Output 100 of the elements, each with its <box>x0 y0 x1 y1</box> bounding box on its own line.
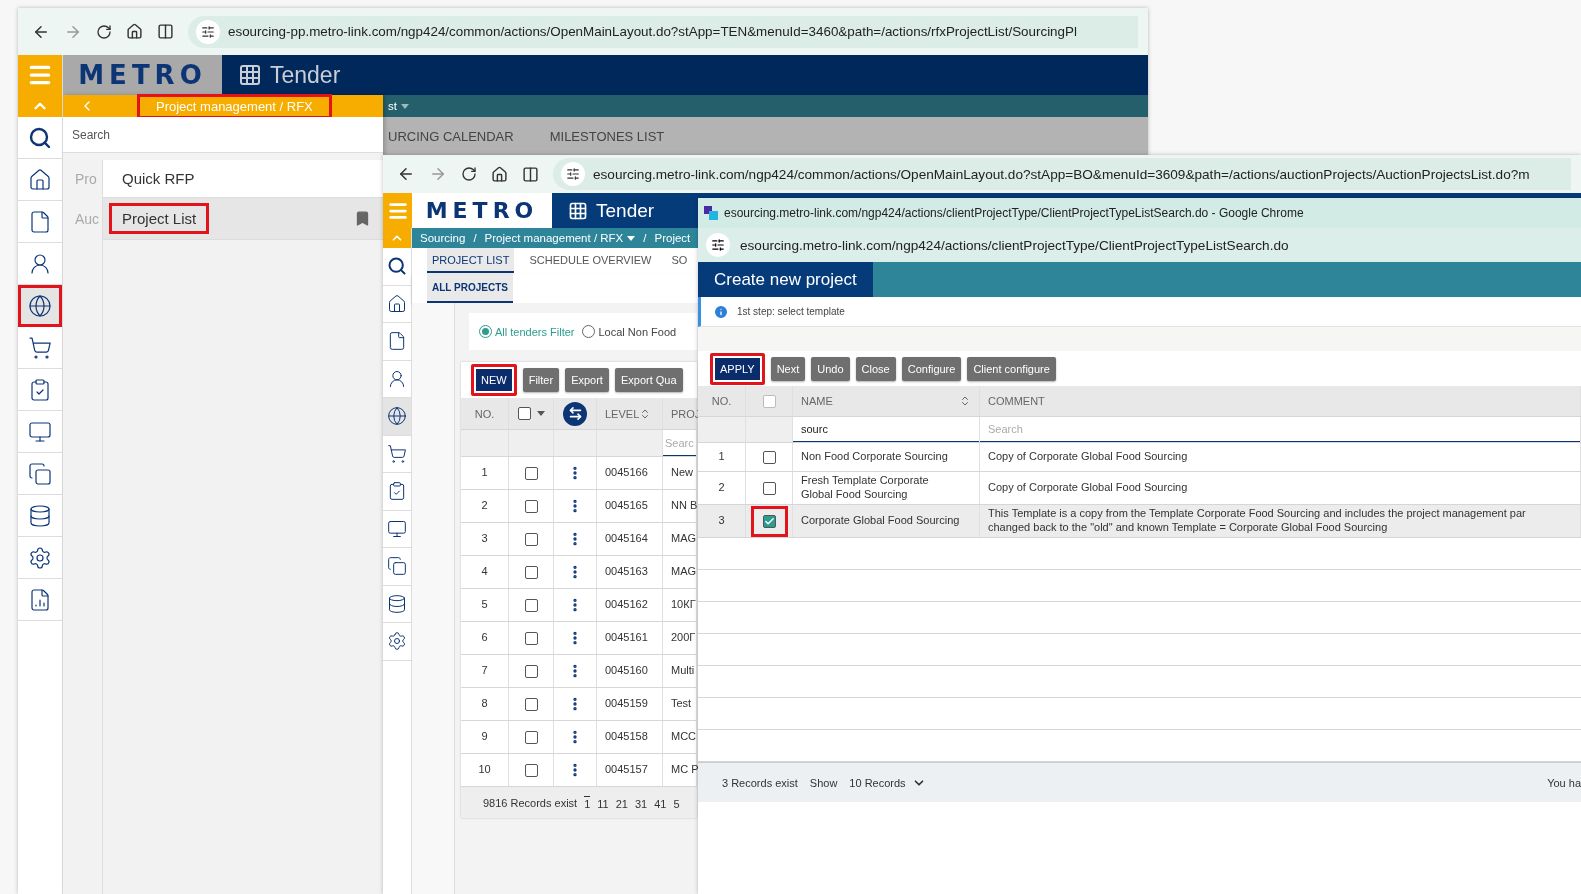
reload-icon[interactable] <box>96 23 112 40</box>
table-cell: 200Г <box>671 631 696 645</box>
checkbox[interactable] <box>524 697 538 711</box>
url-text: esourcing.metro-link.com/ngp424/common/actions/OpenMainLayout.do?stApp=BO&menuId=3609&path=/actions/auctionProjects/AuctionProjectsList.do?m <box>593 166 1530 182</box>
table-cell: Test <box>671 697 692 711</box>
back-icon[interactable] <box>397 165 415 183</box>
split-view-icon[interactable] <box>157 23 174 40</box>
tab[interactable]: SO <box>666 248 693 273</box>
table-cell: 6 <box>481 631 488 645</box>
database-icon <box>28 503 52 528</box>
table-row[interactable] <box>698 505 1581 538</box>
checkbox[interactable] <box>524 532 538 546</box>
toolbar-button[interactable]: Export <box>565 368 609 392</box>
site-settings-icon[interactable] <box>201 24 215 39</box>
menu-item[interactable]: Quick RFP <box>103 160 383 198</box>
footer-note: You ha <box>1547 776 1581 789</box>
tab[interactable]: SCHEDULE OVERVIEW <box>524 248 657 273</box>
table-cell: Copy of Corporate Global Food Sourcing <box>988 450 1188 464</box>
sort-icon[interactable] <box>959 395 971 407</box>
primary-button[interactable]: APPLY <box>710 352 765 385</box>
expand-columns-button[interactable] <box>563 401 587 426</box>
toolbar-button[interactable]: Export Qua <box>614 368 683 392</box>
breadcrumb-link[interactable]: Project management / RFX <box>484 232 636 244</box>
checkbox[interactable] <box>517 407 545 420</box>
checkbox[interactable] <box>524 466 538 480</box>
reload-icon[interactable] <box>461 166 477 182</box>
toolbar-button[interactable]: Undo <box>811 356 850 381</box>
checkbox[interactable] <box>762 450 776 464</box>
table-cell: 0045164 <box>605 532 648 546</box>
tab[interactable]: MILESTONES LIST <box>549 128 665 144</box>
tab[interactable]: URCING CALENDAR <box>388 128 514 144</box>
search-field[interactable]: Searc <box>663 430 696 456</box>
table-cell: 0045160 <box>605 664 648 678</box>
table-cell: 0045157 <box>605 763 648 777</box>
table-cell: 9 <box>481 730 488 744</box>
checkbox[interactable] <box>524 631 538 645</box>
column-header[interactable]: NAME <box>801 395 833 407</box>
address-bar[interactable]: esourcing-pp.metro-link.com/ngp424/common/actions/OpenMainLayout.do?stApp=TEN&menuId=3460&path=/actions/rfxProjectList/SourcingPl <box>188 15 1138 48</box>
table-cell: 0045158 <box>605 730 648 744</box>
logo: METRO <box>412 193 552 228</box>
checkbox[interactable] <box>524 565 538 579</box>
app-title: Tender <box>270 61 341 89</box>
document-icon <box>28 209 52 234</box>
checkbox[interactable] <box>524 664 538 678</box>
logo: METRO <box>63 55 222 95</box>
checkbox[interactable] <box>762 394 776 408</box>
site-settings-icon[interactable] <box>566 167 580 181</box>
toolbar-button[interactable]: Next <box>770 356 806 381</box>
checkbox[interactable] <box>762 481 776 495</box>
menu-item[interactable]: Project List <box>103 198 383 240</box>
table-cell: 0045163 <box>605 565 648 579</box>
checkbox[interactable] <box>524 499 538 513</box>
radio-button[interactable]: Local Non Food <box>582 325 677 338</box>
database-icon <box>387 593 407 614</box>
table-row[interactable]: 2 Fresh Template Corporate Global Food Sourcing Copy of Corporate Global Food Sourcing <box>698 472 1581 505</box>
tab[interactable]: ALL PROJECTS <box>427 273 513 303</box>
page-size-dropdown[interactable]: 10 Records <box>849 775 926 790</box>
sidebar-button[interactable] <box>18 285 62 327</box>
toolbar-button[interactable]: Filter <box>522 368 560 392</box>
table-cell: 3 <box>481 532 488 546</box>
search-field[interactable]: Search <box>980 417 1580 442</box>
home-icon[interactable] <box>491 165 508 183</box>
table-cell: MCC <box>671 730 697 744</box>
toolbar-button[interactable]: Close <box>855 356 896 381</box>
breadcrumb-link[interactable]: Sourcing <box>420 232 466 244</box>
column-header[interactable]: LEVEL <box>605 407 640 420</box>
url-text: esourcing.metro-link.com/ngp424/actions/clientProjectType/ClientProjectTypeListSearch.do <box>740 237 1289 253</box>
tab[interactable]: PROJECT LIST <box>427 248 515 273</box>
table-cell: 8 <box>481 697 488 711</box>
toolbar-button[interactable]: Client configure <box>967 356 1056 381</box>
table-cell: 0045165 <box>605 499 648 513</box>
address-bar[interactable]: esourcing.metro-link.com/ngp424/common/actions/OpenMainLayout.do?stApp=BO&menuId=3609&path=/actions/auctionProjects/AuctionProjectsList.do?m <box>553 158 1571 190</box>
search-field[interactable]: sourc <box>793 417 979 442</box>
clipboard-icon <box>28 377 52 402</box>
table-cell: 4 <box>481 565 488 579</box>
toolbar-button[interactable]: Configure <box>901 356 962 381</box>
home-icon[interactable] <box>126 23 143 40</box>
site-settings-icon[interactable] <box>711 238 725 252</box>
breadcrumb-link[interactable]: Project <box>654 232 691 244</box>
split-view-icon[interactable] <box>522 165 539 183</box>
checkbox[interactable] <box>524 598 538 612</box>
page-link[interactable]: 41 <box>654 795 667 810</box>
breadcrumb-link[interactable]: st <box>388 100 409 112</box>
checkbox[interactable] <box>524 763 538 777</box>
bookmark-icon[interactable] <box>354 210 371 227</box>
checkbox[interactable] <box>750 505 788 537</box>
page-link[interactable]: 21 <box>615 795 628 810</box>
table-cell: 10КГ <box>671 598 696 612</box>
page-heading: Create new project <box>698 262 873 297</box>
table-cell: 5 <box>481 598 488 612</box>
table-cell: 0045162 <box>605 598 648 612</box>
browser-icon <box>704 206 718 220</box>
info-message: 1st step: select template <box>737 306 845 317</box>
primary-button[interactable]: NEW <box>471 364 517 396</box>
page-link[interactable]: 11 <box>597 795 609 810</box>
page-link[interactable]: 5 <box>673 795 680 810</box>
table-row[interactable]: 1 Non Food Corporate Sourcing Copy of Corporate Global Food Sourcing <box>698 443 1581 472</box>
page-link[interactable]: 31 <box>634 795 648 810</box>
checkbox[interactable] <box>524 730 538 744</box>
page-link[interactable]: 1 <box>584 795 591 810</box>
